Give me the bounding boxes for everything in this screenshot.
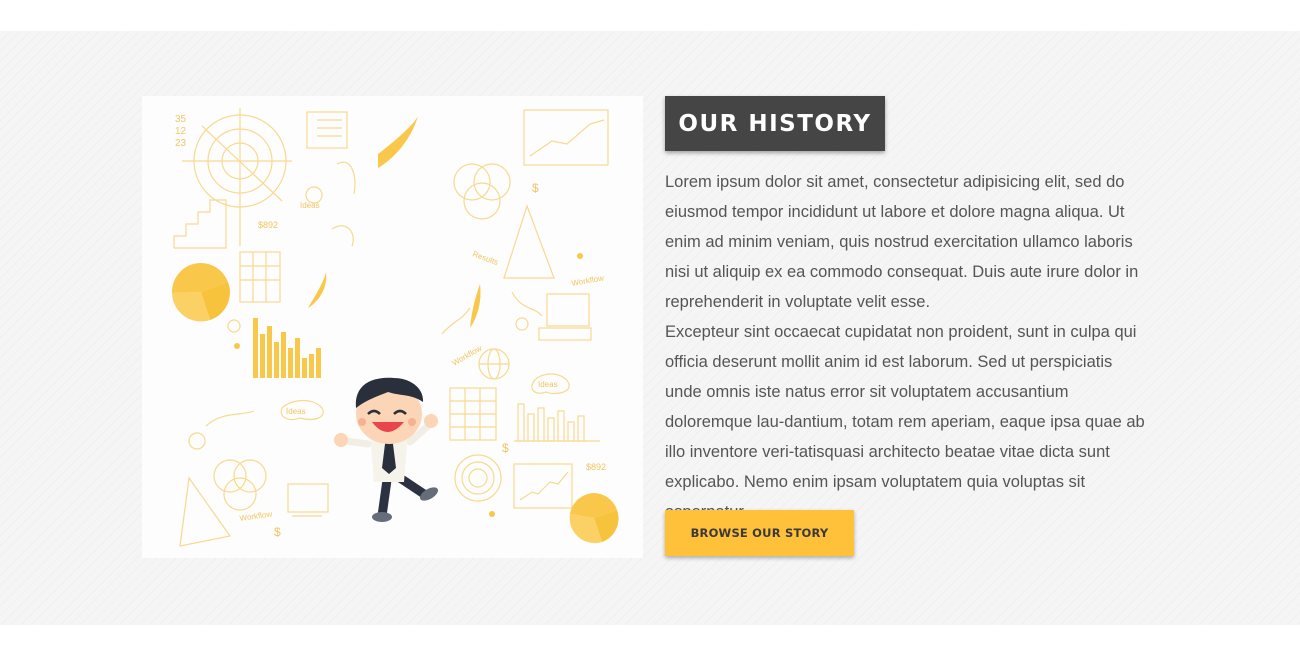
sketch-scribble: Results [471, 249, 499, 267]
sketch-scribble: Workflow [239, 509, 273, 523]
sketch-number: 35 [175, 114, 187, 125]
history-text: Lorem ipsum dolor sit amet, consectetur … [665, 167, 1150, 527]
sketch-price-tag: $892 [586, 462, 606, 472]
sketch-dollar: $ [274, 525, 281, 539]
history-section: 35 12 23 $892 $892 $ $ $ Ideas Ideas Ide… [0, 31, 1300, 625]
paragraph-2: Excepteur sint occaecat cupidatat non pr… [665, 323, 1145, 521]
sketch-dollar: $ [502, 441, 509, 455]
sketch-number: 23 [175, 138, 187, 149]
section-title-box: OUR HISTORY [665, 96, 885, 151]
sketch-scribble: Workflow [571, 273, 605, 288]
sketch-number: 12 [175, 126, 187, 137]
sketch-cloud-label: Ideas [286, 407, 306, 416]
browse-our-story-button[interactable]: BROWSE OUR STORY [665, 510, 854, 556]
businessman-figure [334, 377, 439, 522]
sketch-cloud-label: Ideas [538, 380, 558, 389]
sketch-cloud-label: Ideas [300, 201, 320, 210]
sketch-price-tag: $892 [258, 220, 278, 230]
paragraph-1: Lorem ipsum dolor sit amet, consectetur … [665, 173, 1139, 311]
sketch-dollar: $ [532, 181, 539, 195]
history-illustration: 35 12 23 $892 $892 $ $ $ Ideas Ideas Ide… [142, 96, 643, 558]
section-title: OUR HISTORY [678, 110, 872, 137]
